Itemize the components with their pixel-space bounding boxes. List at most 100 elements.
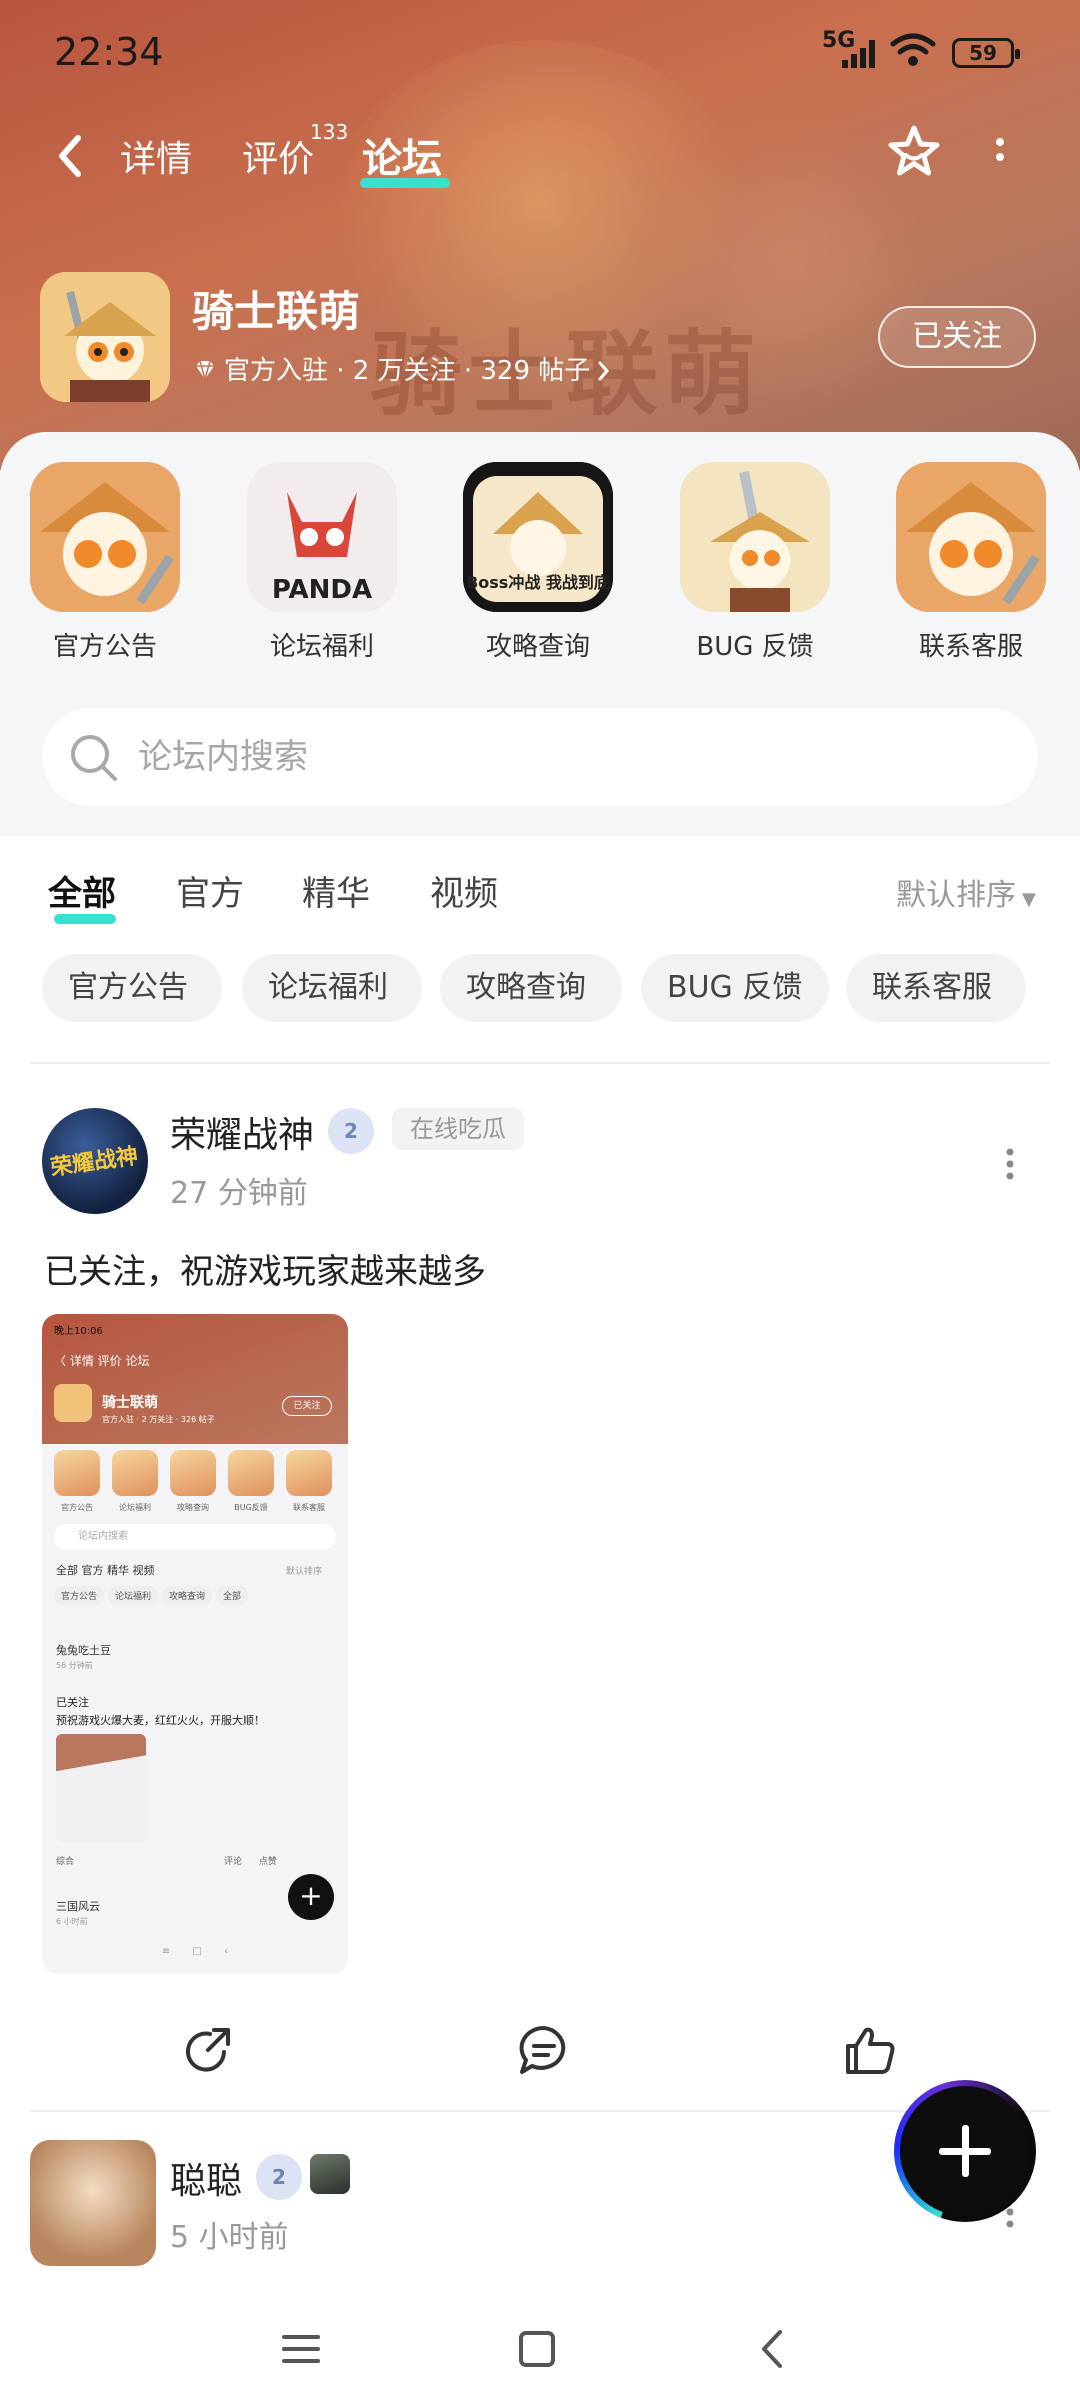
- post-image-chips: 官方公告 论坛福利 攻略查询 全部: [54, 1586, 252, 1605]
- post-image-nav: 〈 详情 评价 论坛: [54, 1354, 150, 1368]
- category-forum-benefits[interactable]: PANDA 论坛福利: [247, 462, 397, 662]
- avatar[interactable]: 荣耀战神: [42, 1108, 148, 1214]
- status-time: 22:34: [54, 30, 164, 74]
- forum-search[interactable]: [42, 708, 1038, 806]
- active-tab-indicator: [54, 914, 116, 924]
- post-image-fab: +: [288, 1874, 334, 1920]
- forum-header: 骑士联萌 22:34 5G 59 详情 评价 133 论坛 骑士联萌 官方入驻 …: [0, 0, 1080, 470]
- post-text: 已关注，祝游戏玩家越来越多: [44, 1252, 486, 1292]
- post-image-chip: 官方公告: [54, 1586, 105, 1605]
- post-image-username: 三国风云: [56, 1900, 100, 1913]
- post-image-chip: 攻略查询: [162, 1586, 213, 1605]
- share-icon[interactable]: [180, 2022, 236, 2078]
- tab-featured[interactable]: 精华: [302, 866, 370, 915]
- category-label: 攻略查询: [485, 632, 590, 662]
- post-time: 5 小时前: [170, 2220, 289, 2255]
- post-image-thumbnail: [56, 1734, 146, 1842]
- post-image-chip: 全部: [216, 1586, 249, 1605]
- category-label: 联系客服: [918, 632, 1023, 662]
- active-tab-indicator: [360, 178, 450, 188]
- battery-icon: 59: [952, 38, 1020, 68]
- tab-forum[interactable]: 论坛: [362, 126, 442, 184]
- post-card: 荣耀战神 荣耀战神 2 在线吃瓜 27 分钟前 已关注，祝游戏玩家越来越多 晚上…: [0, 1064, 1080, 2114]
- category-thumb: Boss冲战 我战到底: [463, 462, 613, 612]
- chip-contact-support[interactable]: 联系客服: [846, 954, 1026, 1022]
- forum-logo[interactable]: [40, 272, 170, 402]
- post-author[interactable]: 聪聪: [170, 2152, 242, 2204]
- wifi-icon: [890, 33, 936, 66]
- chip-forum-benefits[interactable]: 论坛福利: [242, 954, 422, 1022]
- category-official-announcements[interactable]: 官方公告: [30, 462, 180, 662]
- like-icon[interactable]: [842, 2022, 898, 2078]
- post-image-follow: 已关注: [282, 1396, 332, 1416]
- category-bug-feedback[interactable]: BUG 反馈: [680, 462, 830, 662]
- post-image-username: 兔兔吃土豆: [56, 1644, 111, 1657]
- post-image-name: 骑士联萌: [102, 1395, 158, 1411]
- post-image-cat-label: 论坛福利: [119, 1503, 151, 1512]
- plus-icon: [900, 2086, 1030, 2216]
- forum-meta-text: 官方入驻 · 2 万关注 · 329 帖子: [224, 356, 591, 386]
- top-nav: 详情 评价 133 论坛: [0, 110, 1080, 200]
- avatar[interactable]: [30, 2140, 156, 2266]
- category-thumb: [680, 462, 830, 612]
- menu-icon[interactable]: [276, 2324, 326, 2374]
- post-image-cat-label: 联系客服: [293, 1503, 325, 1512]
- follow-button[interactable]: 已关注: [878, 306, 1036, 368]
- post-image-footer-comment: 评论: [224, 1857, 243, 1867]
- post-image-cat-label: 官方公告: [61, 1503, 93, 1512]
- post-image-navbar: ≡ □ ‹: [161, 1946, 229, 1957]
- system-back-icon[interactable]: [748, 2324, 798, 2374]
- post-image-cat-label: BUG反馈: [234, 1503, 268, 1512]
- level-badge: 2: [256, 2154, 302, 2200]
- tab-all[interactable]: 全部: [48, 866, 116, 915]
- official-diamond-icon: [196, 360, 214, 380]
- post-image-meta: 官方入驻 · 2 万关注 · 326 帖子: [102, 1415, 215, 1424]
- category-contact-support[interactable]: 联系客服: [896, 462, 1046, 662]
- user-title-tag: 在线吃瓜: [392, 1108, 524, 1150]
- post-author[interactable]: 荣耀战神: [170, 1106, 314, 1158]
- post-image-tabs: 全部 官方 精华 视频: [56, 1564, 155, 1577]
- post-more-icon[interactable]: [1000, 1144, 1020, 1184]
- post-image[interactable]: 晚上10:06 〈 详情 评价 论坛 骑士联萌 已关注 官方入驻 · 2 万关注…: [42, 1314, 348, 1974]
- category-guide-lookup[interactable]: Boss冲战 我战到底 攻略查询: [463, 462, 613, 662]
- chip-official-announcements[interactable]: 官方公告: [42, 954, 222, 1022]
- category-chips: 官方公告 论坛福利 攻略查询 BUG 反馈 联系客服: [0, 946, 1080, 1066]
- category-art-text: Boss冲战 我战到底: [466, 573, 610, 592]
- post-image-cat-label: 攻略查询: [177, 1503, 209, 1512]
- system-nav-bar: [0, 2300, 1080, 2401]
- post-image-categories: 官方公告 论坛福利 攻略查询 BUG反馈 联系客服: [50, 1450, 340, 1520]
- post-image-logo: [54, 1384, 92, 1422]
- chip-bug-feedback[interactable]: BUG 反馈: [641, 954, 829, 1022]
- category-thumb: [896, 462, 1046, 612]
- category-label: 论坛福利: [269, 632, 374, 662]
- forum-name: 骑士联萌: [192, 287, 361, 336]
- back-icon[interactable]: [50, 128, 90, 184]
- category-thumb: PANDA: [247, 462, 397, 612]
- category-label: BUG 反馈: [696, 632, 814, 662]
- post-image-time: 晚上10:06: [54, 1326, 103, 1337]
- tab-official[interactable]: 官方: [176, 866, 244, 915]
- favorite-star-icon[interactable]: [884, 122, 944, 182]
- tab-reviews[interactable]: 评价: [242, 130, 314, 182]
- home-icon[interactable]: [512, 2324, 562, 2374]
- chip-guide-lookup[interactable]: 攻略查询: [440, 954, 622, 1022]
- post-image-footer: 综合 评论 点赞: [56, 1854, 336, 1867]
- more-options-icon[interactable]: [990, 130, 1010, 180]
- post-actions: [0, 2004, 1080, 2094]
- post-image-line2: 预祝游戏火爆大麦，红红火火，开服大顺！: [56, 1714, 265, 1727]
- tab-details[interactable]: 详情: [120, 130, 192, 182]
- comment-icon[interactable]: [516, 2022, 572, 2078]
- dropdown-caret-icon: ▼: [1022, 889, 1036, 910]
- category-thumb: [30, 462, 180, 612]
- search-input[interactable]: [138, 708, 998, 806]
- sort-dropdown[interactable]: 默认排序 ▼: [896, 870, 1036, 914]
- forum-meta[interactable]: 官方入驻 · 2 万关注 · 329 帖子: [192, 350, 612, 387]
- post-image-footer-like: 点赞: [258, 1857, 277, 1867]
- create-post-button[interactable]: [894, 2080, 1036, 2222]
- feed-tabs: 全部 官方 精华 视频 默认排序 ▼: [0, 836, 1080, 946]
- forum-info: 骑士联萌 官方入驻 · 2 万关注 · 329 帖子 已关注: [40, 272, 1040, 402]
- tab-video[interactable]: 视频: [430, 866, 498, 915]
- signal-icon: [842, 38, 882, 68]
- avatar-art-text: 荣耀战神: [49, 1143, 140, 1181]
- achievement-badge: [310, 2154, 350, 2194]
